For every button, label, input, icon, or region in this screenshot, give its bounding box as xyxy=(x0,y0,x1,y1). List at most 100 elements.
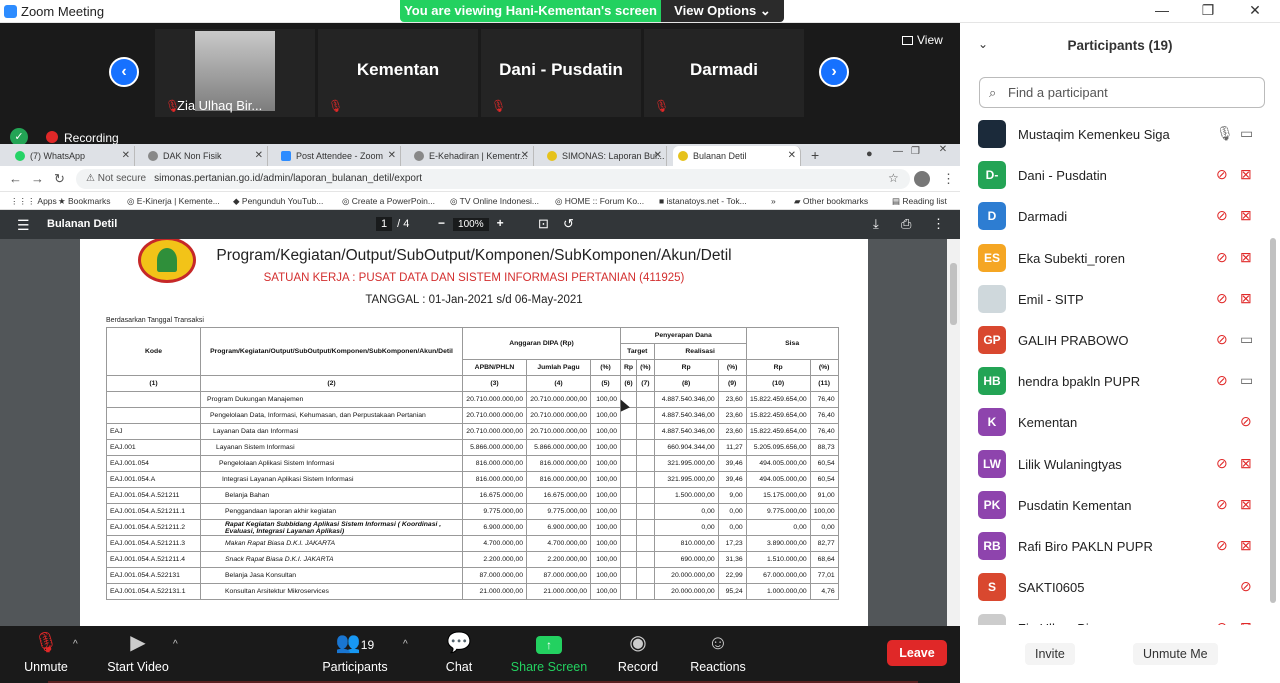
bookmark-overflow[interactable]: » xyxy=(771,196,776,206)
bookmark-item[interactable]: ◎ E-Kinerja | Kemente... xyxy=(127,196,220,207)
col-sisa: Sisa xyxy=(745,327,839,360)
bookmark-item[interactable]: ■ istanatoys.net - Tok... xyxy=(659,196,747,206)
close-button[interactable]: ✕ xyxy=(1245,2,1265,19)
participant-row[interactable]: LW Lilik Wulaningtyas ⊘ ⊠ xyxy=(960,445,1270,486)
bookmark-item[interactable]: ▰ Other bookmarks xyxy=(794,196,868,207)
view-label: View xyxy=(917,33,943,47)
video-tile[interactable]: Darmadi 🎙 xyxy=(644,29,804,117)
fit-page-icon[interactable]: ⊡ xyxy=(538,216,549,232)
browser-close-icon[interactable]: ✕ xyxy=(929,144,957,158)
browser-tab[interactable]: (7) WhatsApp ✕ xyxy=(10,146,135,166)
unmute-button[interactable]: 🎙 Unmute ^ xyxy=(1,631,91,674)
chat-button[interactable]: 💬 Chat xyxy=(414,631,504,674)
participants-button[interactable]: 👥19 Participants ^ xyxy=(310,631,407,674)
star-icon[interactable]: ☆ xyxy=(888,171,899,185)
bookmark-item[interactable]: ◎ Create a PowerPoin... xyxy=(342,196,435,207)
col-program: Program/Kegiatan/Output/SubOutput/Kompon… xyxy=(200,327,463,376)
next-page-arrow-icon[interactable]: › xyxy=(819,57,849,87)
zoom-in-icon[interactable]: + xyxy=(497,216,504,230)
browser-tab[interactable]: SIMONAS: Laporan Bul... ✕ xyxy=(542,146,667,166)
bookmark-item[interactable]: ◎ HOME :: Forum Ko... xyxy=(555,196,644,207)
more-options-icon[interactable]: ⋮ xyxy=(932,216,945,232)
previous-page-arrow-icon[interactable]: ‹ xyxy=(109,57,139,87)
bookmark-item[interactable]: ▤ Reading list xyxy=(892,196,947,207)
table-cell: 321.995.000,00 xyxy=(653,471,719,488)
participant-row[interactable]: D Darmadi ⊘ ⊠ xyxy=(960,197,1270,238)
participant-row[interactable]: Mustaqim Kemenkeu Siga 🎙 ▭ xyxy=(960,115,1270,156)
bookmark-item[interactable]: ◆ Pengunduh YouTub... xyxy=(233,196,323,207)
browser-minimize-icon[interactable]: — xyxy=(893,146,903,157)
participant-row[interactable]: Zia Ulhaq Bir... ⊘ ⊠ xyxy=(960,609,1270,625)
camera-icon: ▭ xyxy=(1240,125,1254,141)
browser-tab-active[interactable]: Bulanan Detil ✕ xyxy=(673,146,801,166)
minimize-button[interactable]: — xyxy=(1152,2,1172,18)
zoom-level[interactable]: 100% xyxy=(453,218,489,231)
participant-row[interactable]: S SAKTI0605 ⊘ xyxy=(960,568,1270,609)
tab-close-icon[interactable]: ✕ xyxy=(521,146,529,166)
participant-row[interactable]: ES Eka Subekti_roren ⊘ ⊠ xyxy=(960,239,1270,280)
bookmark-item[interactable]: ◎ TV Online Indonesi... xyxy=(450,196,539,207)
browser-restore-icon[interactable]: ❐ xyxy=(911,146,920,157)
participant-row[interactable]: K Kementan ⊘ xyxy=(960,403,1270,444)
table-cell: 91,00 xyxy=(809,487,839,504)
share-screen-button[interactable]: ↑ Share Screen xyxy=(504,631,594,674)
tab-search-icon[interactable]: ● xyxy=(866,148,873,160)
kebab-menu-icon[interactable]: ⋮ xyxy=(942,171,955,187)
view-options-button[interactable]: View Options ⌄ xyxy=(661,0,784,22)
caret-up-icon[interactable]: ^ xyxy=(173,639,178,650)
caret-up-icon[interactable]: ^ xyxy=(403,639,408,650)
participant-row[interactable]: PK Pusdatin Kementan ⊘ ⊠ xyxy=(960,486,1270,527)
reactions-button[interactable]: ☺ Reactions xyxy=(673,631,763,674)
profile-avatar[interactable] xyxy=(914,171,930,187)
print-icon[interactable]: ⎙ xyxy=(901,216,911,232)
tab-close-icon[interactable]: ✕ xyxy=(122,146,130,166)
scrollbar-thumb[interactable] xyxy=(950,263,957,325)
participant-row[interactable]: RB Rafi Biro PAKLN PUPR ⊘ ⊠ xyxy=(960,527,1270,568)
page-number-input[interactable]: 1 xyxy=(376,217,393,231)
tab-close-icon[interactable]: ✕ xyxy=(388,146,396,166)
participants-panel: ⌄ Participants (19) ⌕ Find a participant… xyxy=(960,23,1280,683)
video-tile[interactable]: Kementan 🎙 xyxy=(318,29,478,117)
pdf-page: Program/Kegiatan/Output/SubOutput/Kompon… xyxy=(80,239,868,626)
participant-row[interactable]: HB hendra bpakln PUPR ⊘ ▭ xyxy=(960,362,1270,403)
view-button[interactable]: View xyxy=(902,33,943,47)
browser-tab[interactable]: E-Kehadiran | Kementr... ✕ xyxy=(409,146,534,166)
forward-icon[interactable]: → xyxy=(31,171,44,186)
participant-row[interactable]: GP GALIH PRABOWO ⊘ ▭ xyxy=(960,321,1270,362)
video-tile[interactable]: Dani - Pusdatin 🎙 xyxy=(481,29,641,117)
record-button[interactable]: ◉ Record xyxy=(593,631,683,674)
participant-row[interactable]: D- Dani - Pusdatin ⊘ ⊠ xyxy=(960,156,1270,197)
tab-close-icon[interactable]: ✕ xyxy=(788,146,796,166)
browser-tab[interactable]: Post Attendee - Zoom ✕ xyxy=(276,146,401,166)
restore-button[interactable]: ❐ xyxy=(1198,2,1218,19)
participant-list[interactable]: Mustaqim Kemenkeu Siga 🎙 ▭ D- Dani - Pusdati… xyxy=(960,115,1270,625)
invite-button[interactable]: Invite xyxy=(1025,643,1075,665)
back-icon[interactable]: ← xyxy=(9,171,22,186)
table-cell: 31,36 xyxy=(717,551,747,568)
reload-icon[interactable]: ↻ xyxy=(54,171,65,187)
unmute-me-button[interactable]: Unmute Me xyxy=(1133,643,1218,665)
participant-row[interactable]: Emil - SITP ⊘ ⊠ xyxy=(960,280,1270,321)
tab-close-icon[interactable]: ✕ xyxy=(654,146,662,166)
tab-close-icon[interactable]: ✕ xyxy=(255,146,263,166)
pdf-viewport[interactable]: Program/Kegiatan/Output/SubOutput/Kompon… xyxy=(0,239,960,626)
new-tab-icon[interactable]: + xyxy=(811,147,819,163)
start-video-button[interactable]: ▶ Start Video ^ xyxy=(93,631,183,674)
zoom-out-icon[interactable]: − xyxy=(438,216,445,230)
bookmark-item[interactable]: ★ Bookmarks xyxy=(58,196,111,207)
rotate-icon[interactable]: ↺ xyxy=(563,216,574,232)
mic-muted-icon: 🎙 xyxy=(328,99,344,113)
video-tile[interactable]: 🎙 Zia Ulhaq Bir... xyxy=(155,29,315,117)
menu-icon[interactable]: ☰ xyxy=(17,217,30,234)
participant-scrollbar[interactable] xyxy=(1270,238,1276,603)
browser-tab[interactable]: DAK Non Fisik ✕ xyxy=(143,146,268,166)
table-cell: 816.000.000,00 xyxy=(462,455,527,472)
pdf-scrollbar[interactable] xyxy=(947,239,960,626)
bookmark-item[interactable]: ⋮⋮⋮ Apps xyxy=(10,196,57,207)
caret-up-icon[interactable]: ^ xyxy=(73,639,78,650)
participant-search-input[interactable]: ⌕ Find a participant xyxy=(979,77,1265,108)
leave-button[interactable]: Leave xyxy=(887,640,947,666)
url-field[interactable]: ⚠ Not secure simonas.pertanian.go.id/admi… xyxy=(76,169,910,189)
tab-label: E-Kehadiran | Kementr... xyxy=(429,151,528,161)
download-icon[interactable]: ⤓ xyxy=(873,216,879,232)
